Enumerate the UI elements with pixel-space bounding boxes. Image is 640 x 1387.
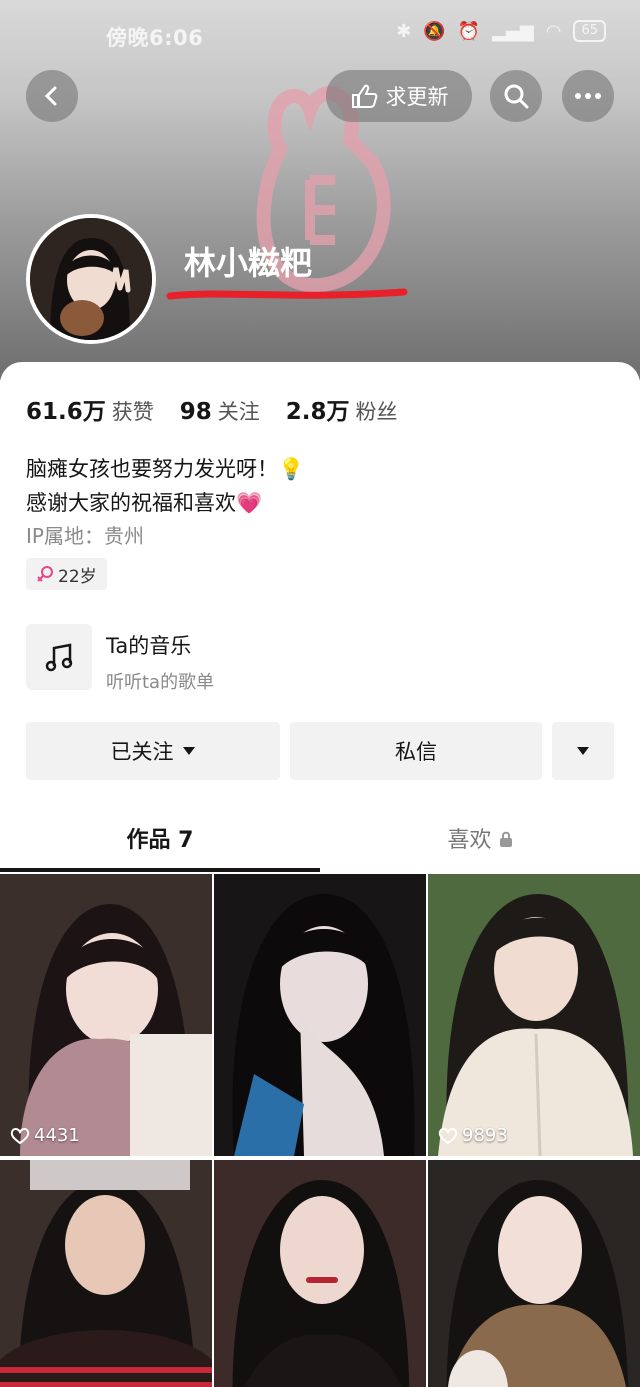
status-icons: ✱ 🔕 ⏰ ▂▄▆ ◠ 65 xyxy=(396,20,606,42)
search-button[interactable] xyxy=(490,70,542,122)
caret-down-icon xyxy=(577,747,589,755)
age-label: 22岁 xyxy=(58,566,97,587)
battery-icon: 65 xyxy=(573,20,606,42)
username: 林小糍粑 xyxy=(184,244,313,282)
status-bar: 傍晚6:06 ✱ 🔕 ⏰ ▂▄▆ ◠ 65 xyxy=(0,14,640,54)
tab-indicator xyxy=(0,868,320,872)
profile-header: 傍晚6:06 ✱ 🔕 ⏰ ▂▄▆ ◠ 65 求更新 林小糍粑 xyxy=(0,0,640,380)
ip-location: IP属地：贵州 xyxy=(26,524,144,548)
recommend-dropdown-button[interactable] xyxy=(552,722,614,780)
more-dots-icon xyxy=(575,93,601,99)
message-button[interactable]: 私信 xyxy=(290,722,542,780)
stat-followers[interactable]: 2.8万 粉丝 xyxy=(286,392,398,426)
bio-line-2: 感谢大家的祝福和喜欢💗 xyxy=(26,491,263,515)
video-thumbnail xyxy=(0,1160,212,1387)
caret-down-icon xyxy=(182,747,195,755)
female-icon xyxy=(37,566,53,582)
video-likes-count: 4431 xyxy=(34,1125,80,1146)
chevron-left-icon xyxy=(44,86,57,106)
music-entry[interactable]: Ta的音乐 听听ta的歌单 xyxy=(26,624,214,694)
more-button[interactable] xyxy=(562,70,614,122)
signal-icon: ▂▄▆ xyxy=(492,20,534,42)
message-label: 私信 xyxy=(395,740,437,764)
video-likes-count: 9893 xyxy=(462,1125,508,1146)
music-subtitle: 听听ta的歌单 xyxy=(106,672,215,693)
video-likes: 4431 xyxy=(10,1125,80,1146)
stats-row: 61.6万 获赞 98 关注 2.8万 粉丝 xyxy=(26,392,398,426)
video-tile[interactable] xyxy=(428,1160,640,1387)
video-thumbnail xyxy=(214,1160,426,1387)
request-update-label: 求更新 xyxy=(385,85,449,109)
search-icon xyxy=(504,84,529,109)
content-tabs: 作品 7 喜欢 xyxy=(0,812,640,872)
bio: 脑瘫女孩也要努力发光呀！💡 感谢大家的祝福和喜欢💗 xyxy=(26,452,304,520)
bio-line-1: 脑瘫女孩也要努力发光呀！💡 xyxy=(26,457,305,481)
video-tile[interactable]: 4431 xyxy=(0,874,212,1156)
video-tile[interactable] xyxy=(214,874,426,1156)
video-likes: 9893 xyxy=(438,1125,508,1146)
video-thumbnail xyxy=(428,874,640,1156)
heart-icon xyxy=(10,1127,30,1144)
tab-works[interactable]: 作品 7 xyxy=(0,822,320,854)
video-tile[interactable] xyxy=(0,1160,212,1387)
avatar-photo xyxy=(30,218,152,340)
video-tile[interactable] xyxy=(214,1160,426,1387)
wifi-icon: ◠ xyxy=(545,20,562,42)
video-tile[interactable]: 9893 xyxy=(428,874,640,1156)
alarm-icon: ⏰ xyxy=(457,20,481,42)
heart-icon xyxy=(438,1127,458,1144)
tab-likes[interactable]: 喜欢 xyxy=(320,822,640,854)
status-time: 傍晚6:06 xyxy=(106,26,204,50)
age-tag: 22岁 xyxy=(26,558,107,590)
video-thumbnail xyxy=(214,874,426,1156)
following-label: 已关注 xyxy=(110,740,174,764)
lock-icon xyxy=(499,831,512,847)
mute-icon: 🔕 xyxy=(423,20,446,42)
music-title: Ta的音乐 xyxy=(106,634,192,658)
back-button[interactable] xyxy=(26,70,78,122)
music-text: Ta的音乐 听听ta的歌单 xyxy=(106,624,214,694)
request-update-button[interactable]: 求更新 xyxy=(326,70,472,122)
stat-following[interactable]: 98 关注 xyxy=(180,396,260,426)
video-thumbnail xyxy=(0,874,212,1156)
avatar[interactable] xyxy=(26,214,156,344)
music-note-icon xyxy=(26,624,92,690)
tab-likes-label: 喜欢 xyxy=(447,828,492,853)
stat-likes[interactable]: 61.6万 获赞 xyxy=(26,392,154,426)
redaction-mark xyxy=(166,288,408,300)
video-thumbnail xyxy=(428,1160,640,1387)
bluetooth-icon: ✱ xyxy=(396,20,412,42)
following-button[interactable]: 已关注 xyxy=(26,722,280,780)
pointing-hand-icon xyxy=(351,84,377,108)
